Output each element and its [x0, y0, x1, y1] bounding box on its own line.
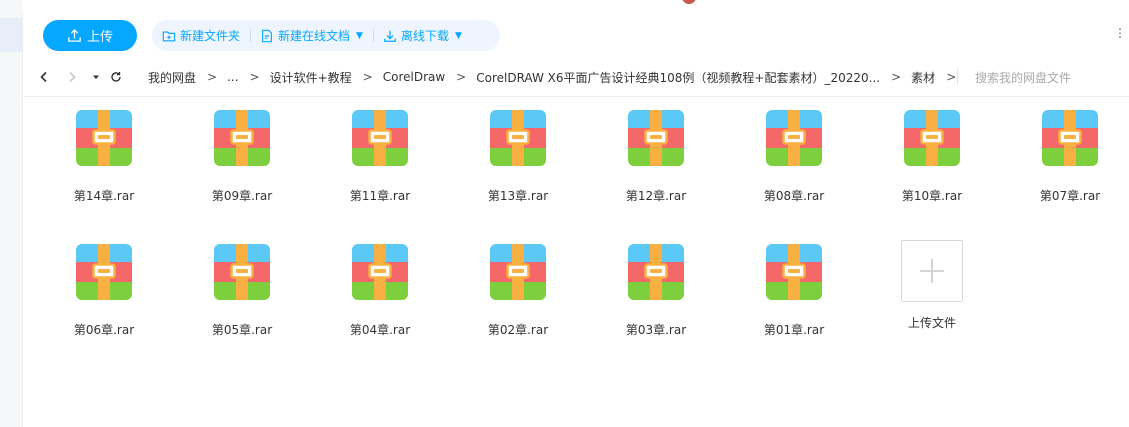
navigation-bar: 我的网盘 > ... > 设计软件+教程 > CorelDraw > Corel… [22, 58, 1129, 97]
file-name: 第07章.rar [1039, 189, 1101, 203]
file-item[interactable]: 第05章.rar [194, 244, 290, 338]
file-item[interactable]: 第12章.rar [608, 110, 704, 204]
upload-placeholder-box [901, 240, 963, 302]
file-name: 第09章.rar [211, 189, 273, 203]
archive-rar-icon [904, 110, 960, 166]
plus-icon [920, 259, 944, 283]
new-folder-button[interactable]: 新建文件夹 [152, 20, 250, 51]
add-folder-icon [162, 30, 176, 41]
sidebar-selected-item[interactable] [0, 18, 22, 52]
file-name: 第12章.rar [625, 189, 687, 203]
file-name: 第13章.rar [487, 189, 549, 203]
archive-rar-icon [766, 244, 822, 300]
breadcrumb-item[interactable]: 我的网盘 [148, 69, 196, 86]
archive-rar-icon [214, 110, 270, 166]
file-name: 第02章.rar [487, 323, 549, 337]
breadcrumb-separator: > [456, 70, 467, 84]
dropdown-caret-icon: ▼ [356, 30, 363, 41]
file-item[interactable]: 第09章.rar [194, 110, 290, 204]
file-item[interactable]: 第03章.rar [608, 244, 704, 338]
file-item[interactable]: 第10章.rar [884, 110, 980, 204]
breadcrumb-item[interactable]: CorelDraw [383, 70, 445, 84]
breadcrumb-item[interactable]: 设计软件+教程 [270, 69, 352, 86]
file-item[interactable]: 第04章.rar [332, 244, 428, 338]
archive-rar-icon [490, 244, 546, 300]
app-logo-fragment [682, 0, 696, 4]
more-menu-icon[interactable]: ⋮ [1114, 26, 1126, 40]
file-name: 第05章.rar [211, 323, 273, 337]
refresh-button[interactable] [108, 67, 124, 87]
file-name: 第08章.rar [763, 189, 825, 203]
archive-rar-icon [352, 110, 408, 166]
caret-down-icon [93, 75, 99, 79]
forward-button[interactable] [64, 67, 80, 87]
file-item[interactable]: 第14章.rar [56, 110, 152, 204]
upload-button-label: 上传 [86, 30, 113, 45]
archive-rar-icon [214, 244, 270, 300]
archive-rar-icon [1042, 110, 1098, 166]
toolbar: 上传 新建文件夹 新建在线文档 ▼ 离线下载 ▼ ⋮ [22, 12, 1129, 58]
upload-file-tile[interactable]: 上传文件 [884, 240, 980, 331]
file-name: 第10章.rar [901, 189, 963, 203]
chevron-right-icon [69, 71, 76, 83]
breadcrumb-item[interactable]: ... [227, 70, 238, 84]
file-item[interactable]: 第06章.rar [56, 244, 152, 338]
file-name: 第03章.rar [625, 323, 687, 337]
archive-rar-icon [766, 110, 822, 166]
refresh-icon [111, 72, 121, 82]
back-button[interactable] [36, 67, 52, 87]
file-item[interactable]: 第01章.rar [746, 244, 842, 338]
upload-icon [68, 28, 81, 42]
new-folder-label: 新建文件夹 [180, 29, 241, 43]
history-dropdown-button[interactable] [88, 67, 104, 87]
left-sidebar-edge [0, 0, 23, 427]
archive-rar-icon [490, 110, 546, 166]
archive-rar-icon [76, 110, 132, 166]
upload-button[interactable]: 上传 [43, 20, 137, 51]
upload-file-label: 上传文件 [907, 316, 956, 330]
breadcrumb-separator: > [249, 70, 260, 84]
breadcrumb-separator: > [207, 70, 218, 84]
file-item[interactable]: 第11章.rar [332, 110, 428, 204]
breadcrumb-separator: > [946, 70, 957, 84]
document-edit-icon [262, 29, 272, 42]
offline-download-label: 离线下载 [400, 29, 449, 43]
top-edge [22, 0, 1129, 12]
file-item[interactable]: 第07章.rar [1022, 110, 1118, 204]
file-name: 第06章.rar [73, 323, 135, 337]
file-name: 第01章.rar [763, 323, 825, 337]
archive-rar-icon [628, 110, 684, 166]
breadcrumb-item[interactable]: CorelDRAW X6平面广告设计经典108例（视频教程+配套素材）_2022… [476, 69, 880, 86]
file-name: 第14章.rar [73, 189, 135, 203]
breadcrumb-separator: > [362, 70, 373, 84]
toolbar-actions: 新建文件夹 新建在线文档 ▼ 离线下载 ▼ [152, 20, 500, 51]
breadcrumb-item-current[interactable]: 素材 [911, 69, 935, 86]
chevron-left-icon [40, 71, 47, 83]
file-item[interactable]: 第02章.rar [470, 244, 566, 338]
archive-rar-icon [628, 244, 684, 300]
breadcrumb: 我的网盘 > ... > 设计软件+教程 > CorelDraw > Corel… [148, 58, 966, 96]
archive-rar-icon [352, 244, 408, 300]
search-input[interactable]: 搜索我的网盘文件 [975, 69, 1071, 86]
divider [957, 69, 958, 85]
dropdown-caret-icon: ▼ [454, 30, 462, 41]
file-name: 第11章.rar [349, 189, 411, 203]
file-item[interactable]: 第08章.rar [746, 110, 842, 204]
file-name: 第04章.rar [349, 323, 411, 337]
new-online-doc-label: 新建在线文档 [278, 29, 351, 43]
file-item[interactable]: 第13章.rar [470, 110, 566, 204]
new-online-doc-button[interactable]: 新建在线文档 ▼ [250, 20, 373, 51]
breadcrumb-separator: > [891, 70, 902, 84]
download-icon [384, 30, 396, 42]
offline-download-button[interactable]: 离线下载 ▼ [372, 20, 472, 51]
archive-rar-icon [76, 244, 132, 300]
